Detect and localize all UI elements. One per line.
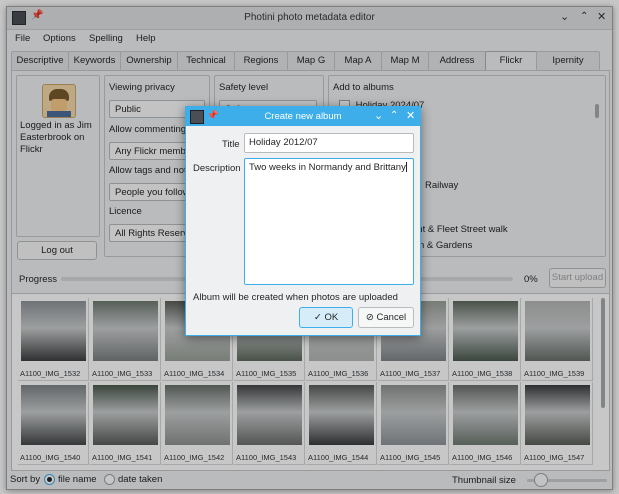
ok-label: OK xyxy=(324,312,339,323)
cancel-label: Cancel xyxy=(376,312,407,323)
description-textarea[interactable]: Two weeks in Normandy and Brittany xyxy=(244,158,414,285)
create-album-dialog: 📌 Create new album ⌄ ⌃ ✕ Title Holiday 2… xyxy=(185,106,421,336)
album-note: Album will be created when photos are up… xyxy=(193,292,398,303)
dialog-close-icon[interactable]: ✕ xyxy=(406,109,415,122)
cancel-button[interactable]: ⊘ Cancel xyxy=(358,307,414,328)
text-cursor xyxy=(405,162,407,173)
dialog-title-bar: 📌 Create new album ⌄ ⌃ ✕ xyxy=(186,107,420,126)
dialog-title: Create new album xyxy=(264,111,342,122)
cancel-icon: ⊘ xyxy=(365,312,374,323)
dialog-minimize-icon[interactable]: ⌄ xyxy=(374,109,383,122)
description-text: Two weeks in Normandy and Brittany xyxy=(249,162,406,173)
ok-button[interactable]: ✓ OK xyxy=(299,307,353,328)
check-icon: ✓ xyxy=(313,312,322,323)
dialog-maximize-icon[interactable]: ⌃ xyxy=(390,110,398,121)
title-label: Title xyxy=(222,139,240,150)
title-input[interactable]: Holiday 2012/07 xyxy=(244,133,414,153)
description-label: Description xyxy=(193,163,241,174)
